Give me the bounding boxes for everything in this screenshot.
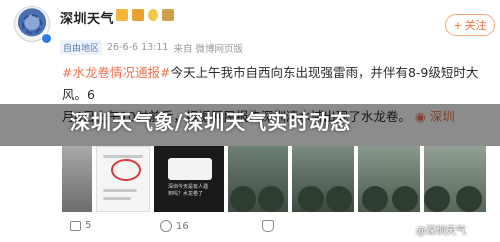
- tree-shape: [362, 186, 388, 212]
- media-thumb-5[interactable]: [292, 146, 354, 212]
- watermark: @深圳天气: [416, 226, 466, 237]
- chat-bubble: [168, 158, 212, 180]
- weibo-post-card: 深圳天气 自由地区 26-6-6 13:11 来自 微博网页版 + 关注 #水龙…: [0, 0, 500, 242]
- tree-shape: [298, 186, 324, 212]
- media-thumb-7[interactable]: [424, 146, 486, 212]
- comment-count: 16: [176, 220, 189, 232]
- media-thumb-1[interactable]: [62, 146, 92, 212]
- tree-shape: [230, 186, 256, 212]
- post-timestamp[interactable]: 26-6-6 13:11: [107, 42, 168, 53]
- plus-icon: +: [453, 18, 463, 32]
- account-badges: [116, 9, 174, 21]
- comment-icon: [160, 220, 172, 232]
- comment-action[interactable]: 16: [160, 220, 189, 232]
- chat-line: [103, 155, 143, 158]
- tree-shape: [424, 186, 450, 212]
- account-name[interactable]: 深圳天气: [60, 8, 114, 27]
- post-via: 来自 微博网页版: [173, 43, 243, 55]
- member-badge-icon: [116, 9, 128, 21]
- share-icon: [70, 220, 81, 231]
- honor-badge-icon: [162, 9, 174, 21]
- chat-line: [103, 197, 131, 200]
- verified-icon: [41, 33, 52, 44]
- follow-label: 关注: [464, 19, 487, 32]
- tree-shape: [456, 186, 482, 212]
- media-thumb-2[interactable]: [96, 146, 150, 212]
- level-badge-icon: [132, 9, 144, 21]
- tree-shape: [258, 186, 284, 212]
- media-thumb-6[interactable]: [358, 146, 420, 212]
- follow-button[interactable]: + 关注: [445, 14, 495, 36]
- chat-line: [103, 189, 137, 192]
- like-icon: [262, 220, 274, 232]
- post-hashtag[interactable]: #水龙卷情况通报#: [62, 65, 170, 80]
- tree-shape: [326, 186, 352, 212]
- like-action[interactable]: [262, 220, 278, 232]
- media-thumb-3[interactable]: 深圳今天是有人遇到吗？水龙卷了: [154, 146, 224, 212]
- share-action[interactable]: 5: [70, 220, 91, 231]
- tree-shape: [392, 186, 418, 212]
- highlight-circle: [111, 159, 141, 181]
- avatar-emblem-icon: [22, 14, 42, 34]
- fan-badge-icon: [148, 9, 158, 21]
- chat-bubble-text: 深圳今天是有人遇到吗？水龙卷了: [168, 184, 209, 197]
- source-tag: 自由地区: [60, 40, 103, 55]
- banner-title: 深圳天气象/深圳天气实时动态: [70, 110, 352, 134]
- share-count: 5: [85, 220, 92, 231]
- post-meta: 自由地区 26-6-6 13:11 来自 微博网页版: [60, 40, 243, 55]
- media-thumb-4[interactable]: [228, 146, 288, 212]
